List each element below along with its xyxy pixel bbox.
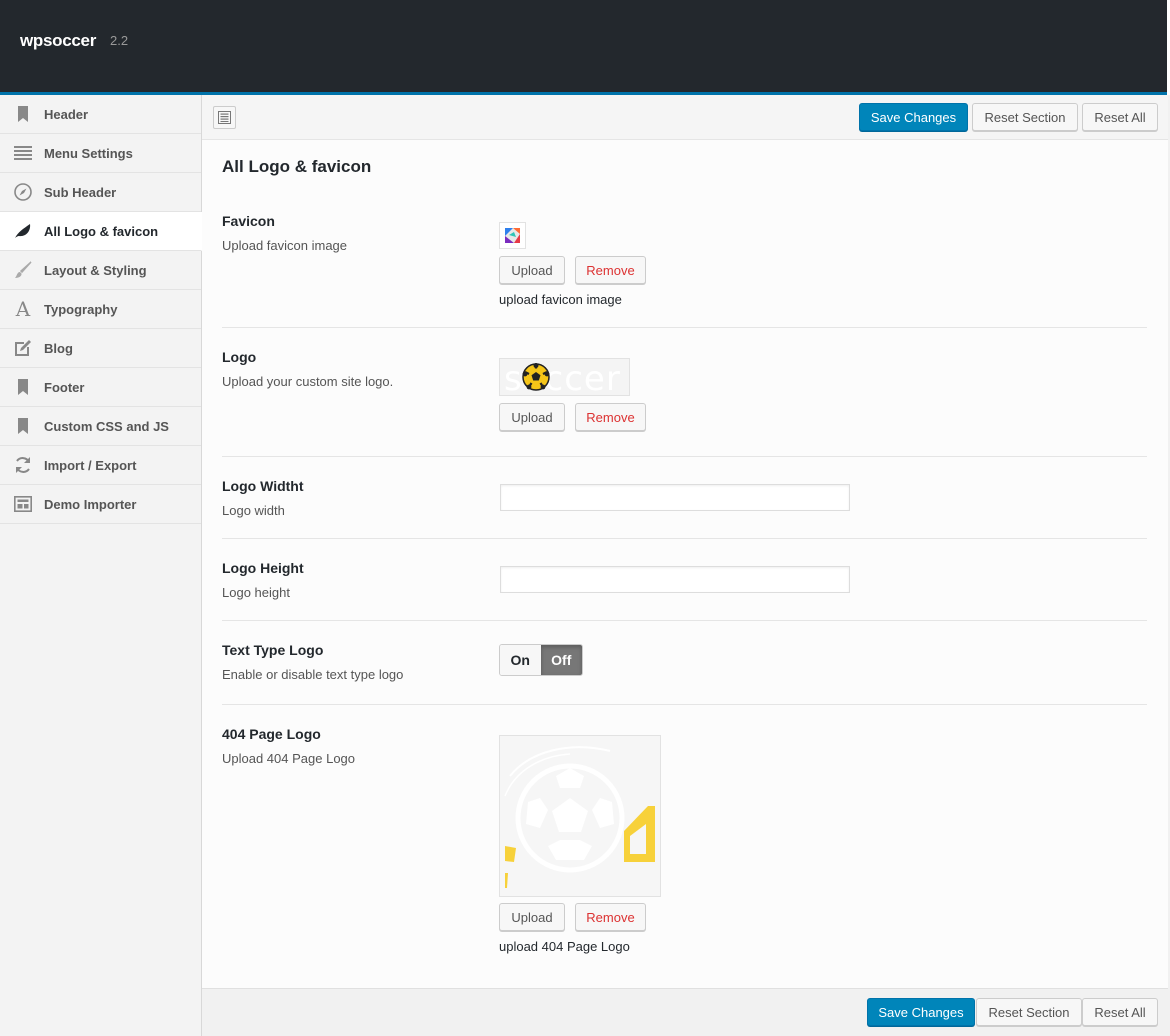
sidebar-item-label: Custom CSS and JS xyxy=(44,419,169,434)
text-logo-title: Text Type Logo xyxy=(222,642,324,658)
sidebar-item-custom-css-js[interactable]: Custom CSS and JS xyxy=(0,407,201,446)
footer-reset-all-button[interactable]: Reset All xyxy=(1082,998,1158,1026)
footer-save-changes-button[interactable]: Save Changes xyxy=(867,998,975,1026)
layout-icon xyxy=(12,494,34,514)
logo-width-input[interactable] xyxy=(500,484,850,511)
sidebar-item-typography[interactable]: A Typography xyxy=(0,290,201,329)
favicon-title: Favicon xyxy=(222,213,275,229)
logo-remove-button[interactable]: Remove xyxy=(575,403,646,431)
reset-all-button[interactable]: Reset All xyxy=(1082,103,1158,131)
options-toolbar: Save Changes Reset Section Reset All xyxy=(202,95,1168,140)
soccer-ball-graphic-icon xyxy=(504,746,655,888)
text-logo-desc: Enable or disable text type logo xyxy=(222,667,404,682)
sidebar-item-label: Sub Header xyxy=(44,185,117,200)
logo-preview: soccer xyxy=(499,358,630,396)
favicon-desc: Upload favicon image xyxy=(222,238,348,253)
sidebar-item-label: Header xyxy=(44,107,89,122)
divider xyxy=(222,327,1147,328)
sidebar-item-header[interactable]: Header xyxy=(0,95,201,134)
page404-upload-button[interactable]: Upload xyxy=(499,903,565,931)
sidebar-item-demo-importer[interactable]: Demo Importer xyxy=(0,485,201,524)
divider xyxy=(222,620,1147,621)
divider xyxy=(222,538,1147,539)
switch-on-button[interactable]: On xyxy=(500,645,541,675)
favicon-image-icon xyxy=(505,228,520,243)
app-name: wpsoccer xyxy=(20,31,97,50)
sidebar-item-label: Layout & Styling xyxy=(44,263,147,278)
footer-reset-section-button[interactable]: Reset Section xyxy=(976,998,1082,1026)
page404-help: upload 404 Page Logo xyxy=(499,939,630,954)
logo-desc: Upload your custom site logo. xyxy=(222,374,394,389)
sidebar-item-label: Demo Importer xyxy=(44,497,137,512)
font-icon: A xyxy=(15,297,31,321)
text-logo-switch: On Off xyxy=(499,644,583,676)
page404-logo-preview xyxy=(499,735,661,897)
app-version: 2.2 xyxy=(110,33,129,48)
sidebar-item-blog[interactable]: Blog xyxy=(0,329,201,368)
save-changes-button[interactable]: Save Changes xyxy=(859,103,968,131)
expand-toggle-button[interactable] xyxy=(213,106,236,129)
soccer-ball-icon xyxy=(522,363,550,391)
divider xyxy=(222,704,1147,705)
sidebar-item-label: Typography xyxy=(44,302,118,317)
list-icon xyxy=(12,143,34,163)
sidebar-item-label: Menu Settings xyxy=(44,146,133,161)
logo-height-title: Logo Height xyxy=(222,560,304,576)
compass-icon xyxy=(12,182,34,202)
options-footer-bar: Save Changes Reset Section Reset All xyxy=(202,988,1168,1036)
logo-height-input[interactable] xyxy=(500,566,850,593)
logo-title: Logo xyxy=(222,349,257,365)
leaf-icon xyxy=(12,221,34,241)
sidebar-item-label: All Logo & favicon xyxy=(44,224,159,239)
bookmark-icon xyxy=(12,104,34,124)
section-title: All Logo & favicon xyxy=(222,157,372,176)
divider xyxy=(222,456,1147,457)
favicon-help: upload favicon image xyxy=(499,292,622,307)
edit-icon xyxy=(12,338,34,358)
logo-height-desc: Logo height xyxy=(222,585,290,600)
logo-width-desc: Logo width xyxy=(222,503,285,518)
sidebar-item-label: Footer xyxy=(44,380,85,395)
brush-icon xyxy=(12,260,34,280)
switch-off-button[interactable]: Off xyxy=(540,645,582,675)
sidebar-item-import-export[interactable]: Import / Export xyxy=(0,446,201,485)
sidebar-item-label: Import / Export xyxy=(44,458,137,473)
sidebar-item-menu-settings[interactable]: Menu Settings xyxy=(0,134,201,173)
page404-logo-title: 404 Page Logo xyxy=(222,726,321,742)
bookmark-icon xyxy=(12,377,34,397)
sidebar: Header Menu Settings Sub Header All Logo… xyxy=(0,95,202,1036)
sidebar-item-sub-header[interactable]: Sub Header xyxy=(0,173,201,212)
sidebar-item-label: Blog xyxy=(44,341,73,356)
refresh-icon xyxy=(12,455,34,475)
panel-icon xyxy=(218,111,231,124)
main-panel: Save Changes Reset Section Reset All All… xyxy=(202,95,1168,1036)
favicon-preview xyxy=(499,222,526,249)
top-bar: wpsoccer 2.2 xyxy=(0,0,1170,95)
logo-upload-button[interactable]: Upload xyxy=(499,403,565,431)
logo-width-title: Logo Widtht xyxy=(222,478,304,494)
sidebar-item-all-logo-favicon[interactable]: All Logo & favicon xyxy=(0,212,202,251)
favicon-upload-button[interactable]: Upload xyxy=(499,256,565,284)
sidebar-item-footer[interactable]: Footer xyxy=(0,368,201,407)
bookmark-icon xyxy=(12,416,34,436)
page404-remove-button[interactable]: Remove xyxy=(575,903,646,931)
favicon-remove-button[interactable]: Remove xyxy=(575,256,646,284)
reset-section-button[interactable]: Reset Section xyxy=(972,103,1078,131)
page404-logo-desc: Upload 404 Page Logo xyxy=(222,751,356,766)
sidebar-item-layout-styling[interactable]: Layout & Styling xyxy=(0,251,201,290)
